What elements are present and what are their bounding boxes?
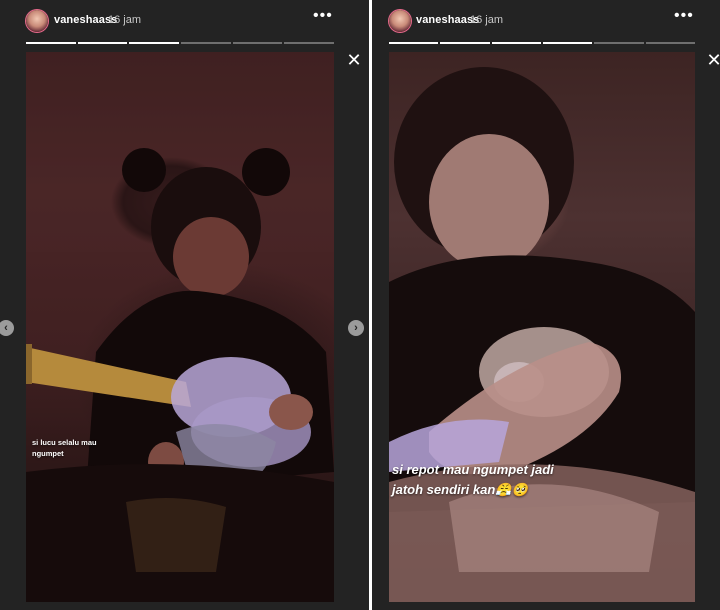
progress-segment <box>645 42 695 44</box>
progress-segment <box>232 42 283 44</box>
post-time: 16 jam <box>470 14 504 26</box>
more-options-icon[interactable]: ••• <box>313 8 332 25</box>
story-progress-bar <box>389 42 695 44</box>
progress-segment <box>26 42 76 44</box>
progress-segment <box>440 42 490 44</box>
story-caption: si repot mau ngumpet jadi jatoh sendiri … <box>392 462 554 497</box>
story-progress-bar <box>26 42 335 44</box>
story-media[interactable] <box>389 52 695 602</box>
story-viewer: vaneshaass 16 jam ••• si lucu selalu mau… <box>0 0 720 610</box>
progress-segment <box>542 42 593 44</box>
more-options-icon[interactable]: ••• <box>674 8 693 25</box>
story-panel-right: vaneshaass 16 jam ••• si repot mau ngump… <box>372 0 720 610</box>
post-time: 16 jam <box>108 14 142 26</box>
story-photo-girl-hamster <box>389 67 695 602</box>
close-icon[interactable]: ✕ <box>706 51 720 69</box>
avatar[interactable] <box>26 10 48 32</box>
avatar[interactable] <box>389 10 411 32</box>
story-media[interactable] <box>26 52 334 602</box>
progress-segment <box>491 42 541 44</box>
close-icon[interactable]: ✕ <box>346 51 362 69</box>
story-caption: si lucu selalu mau ngumpet <box>32 438 97 458</box>
progress-segment <box>284 42 335 44</box>
story-header: vaneshaass 16 jam ••• <box>0 8 369 32</box>
progress-segment <box>594 42 644 44</box>
progress-segment <box>129 42 180 44</box>
progress-segment <box>77 42 128 44</box>
progress-segment <box>389 42 439 44</box>
chevron-left-icon[interactable]: ‹ <box>0 320 14 336</box>
progress-segment <box>181 42 231 44</box>
chevron-right-icon[interactable]: › <box>348 320 364 336</box>
story-header: vaneshaass 16 jam ••• <box>372 8 720 32</box>
story-photo-girl-guitar <box>26 52 334 602</box>
story-panel-left: vaneshaass 16 jam ••• si lucu selalu mau… <box>0 0 369 610</box>
